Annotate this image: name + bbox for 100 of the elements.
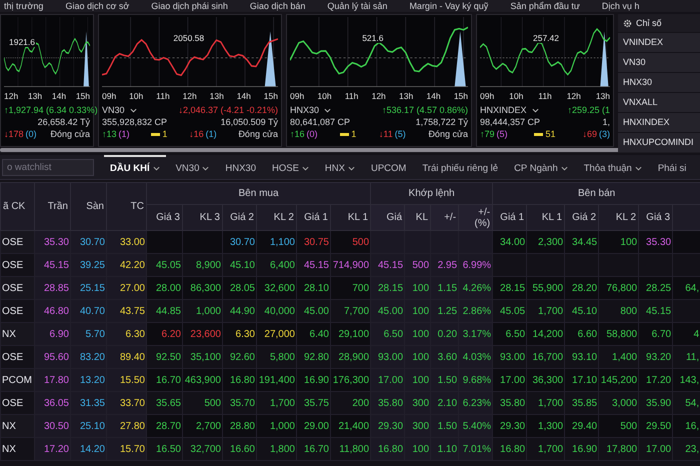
table-cell: 45.00 xyxy=(370,300,405,322)
menu-item[interactable]: Quản lý tài sản xyxy=(327,0,388,12)
menu-item[interactable]: Giao dịch cơ sở xyxy=(65,0,130,12)
scrollbar[interactable] xyxy=(0,148,620,152)
unchanged-count: 1 xyxy=(351,128,356,140)
time-tick: 10h xyxy=(509,91,524,101)
index-name-dropdown[interactable]: HNX30 xyxy=(290,104,332,116)
table-cell: 100 xyxy=(404,300,431,322)
time-tick: 15h xyxy=(454,91,468,101)
watchlist-search-field[interactable]: o watchlist xyxy=(2,158,94,176)
table-cell: 1,000 xyxy=(182,300,222,322)
reference-value: 1921.6 xyxy=(8,37,36,47)
column-header: Giá 1 xyxy=(492,204,527,230)
index-name-dropdown[interactable]: HNXINDEX xyxy=(480,104,539,116)
table-cell: 45.10 xyxy=(222,254,256,276)
table-cell: 6.99% xyxy=(458,254,493,276)
index-list-item[interactable]: HNXINDEX xyxy=(618,112,700,132)
floor-count: (0) xyxy=(26,128,37,140)
table-cell: 64, xyxy=(672,276,700,300)
table-cell: 28.20 xyxy=(564,276,599,300)
table-cell: 15.70 xyxy=(106,438,146,460)
menu-item[interactable]: Sản phẩm đầu tư xyxy=(510,0,580,12)
table-cell: 28.15 xyxy=(370,276,405,300)
table-cell: 36.05 xyxy=(34,392,70,414)
market-tab[interactable]: HOSE xyxy=(266,155,315,179)
table-cell: 800 xyxy=(598,300,639,322)
index-list-item[interactable]: HNXUPCOMINDI xyxy=(618,132,700,152)
trade-volume: 355,928,832 CP xyxy=(102,116,168,128)
table-cell: 43.75 xyxy=(106,300,146,322)
market-tab[interactable]: Thỏa thuận xyxy=(578,155,648,179)
table-cell: 34.45 xyxy=(564,230,599,254)
time-tick: 13h xyxy=(28,91,42,101)
table-cell: 30.75 xyxy=(296,230,330,254)
table-cell: 6.30 xyxy=(106,322,146,346)
column-header: TC xyxy=(106,182,146,230)
menu-item[interactable]: Giao dịch phái sinh xyxy=(151,0,228,12)
table-cell: 6,400 xyxy=(256,254,296,276)
table-cell: 5.40% xyxy=(458,414,493,438)
table-cell: 35.30 xyxy=(638,230,673,254)
market-tab[interactable]: Phái si xyxy=(652,155,692,179)
market-tab[interactable]: HNX xyxy=(318,155,361,179)
table-cell: 16.90 xyxy=(564,438,599,460)
time-tick: 09h xyxy=(480,91,494,101)
market-tab[interactable]: HNX30 xyxy=(219,155,262,179)
table-cell: 17.20 xyxy=(34,438,70,460)
time-tick: 11h xyxy=(538,91,552,101)
table-cell: 11,800 xyxy=(330,438,371,460)
table-cell: 16.50 xyxy=(146,438,182,460)
table-cell: 42.20 xyxy=(106,254,146,276)
table-cell: 28.05 xyxy=(222,276,256,300)
column-header: KL 1 xyxy=(526,204,565,230)
table-cell: 25.15 xyxy=(70,276,106,300)
table-cell: 6.23% xyxy=(458,392,493,414)
table-cell: 3.17% xyxy=(458,322,493,346)
table-cell: 28.80 xyxy=(222,414,256,438)
table-cell: 4 xyxy=(672,322,700,346)
table-cell: 6.70 xyxy=(638,322,673,346)
table-cell: 16.60 xyxy=(222,438,256,460)
table-cell: 7,700 xyxy=(330,300,371,322)
index-list-item[interactable]: HNX30 xyxy=(618,72,700,92)
table-cell: 46.80 xyxy=(34,300,70,322)
table-cell: 1,700 xyxy=(526,300,565,322)
time-tick: 14h xyxy=(236,91,251,101)
table-cell: 100 xyxy=(404,346,431,368)
floor-count: (1) xyxy=(206,128,217,140)
index-list-item[interactable]: VNXALL xyxy=(618,92,700,112)
table-cell: 35.90 xyxy=(638,392,673,414)
table-cell: 16.70 xyxy=(146,368,182,392)
index-list-item[interactable]: VNINDEX xyxy=(618,32,700,52)
table-cell: 145,200 xyxy=(598,368,639,392)
table-cell: 16.80 xyxy=(370,438,405,460)
table-cell: 28.00 xyxy=(146,276,182,300)
trade-value: 1, xyxy=(602,116,610,128)
market-tab[interactable]: Trái phiếu riêng lẻ xyxy=(416,155,504,179)
table-cell: 28,900 xyxy=(330,346,371,368)
index-name-dropdown[interactable]: VN30 xyxy=(102,104,137,116)
table-cell: 55,900 xyxy=(526,276,565,300)
table-cell: 2,700 xyxy=(182,414,222,438)
settings-icon[interactable] xyxy=(623,18,632,28)
declines-count: ↓11 xyxy=(378,128,393,140)
market-tab[interactable]: VN30 xyxy=(170,155,216,179)
menu-item[interactable]: Margin - Vay ký quỹ xyxy=(409,0,488,12)
index-list-item[interactable]: VN30 xyxy=(618,52,700,72)
market-tab[interactable]: UPCOM xyxy=(364,155,412,179)
menu-item[interactable]: Giao dịch bán xyxy=(250,0,306,12)
market-tab[interactable]: CP Ngành xyxy=(508,155,574,179)
table-cell: 54, xyxy=(672,392,700,414)
caret-icon xyxy=(324,108,332,112)
table-cell: 27.80 xyxy=(106,414,146,438)
market-tab[interactable]: DẦU KHÍ xyxy=(104,155,166,179)
unchanged-icon xyxy=(151,132,160,136)
table-cell: NX xyxy=(0,438,34,460)
table-cell: 14,200 xyxy=(526,322,565,346)
table-cell: 0.20 xyxy=(430,322,459,346)
table-cell: 5,800 xyxy=(256,346,296,368)
menu-item[interactable]: Dịch vụ h xyxy=(602,0,640,12)
table-cell: 35.85 xyxy=(564,392,599,414)
table-cell: 1,700 xyxy=(526,438,565,460)
table-cell: 500 xyxy=(404,254,431,276)
menu-item[interactable]: thị trường xyxy=(4,0,44,12)
